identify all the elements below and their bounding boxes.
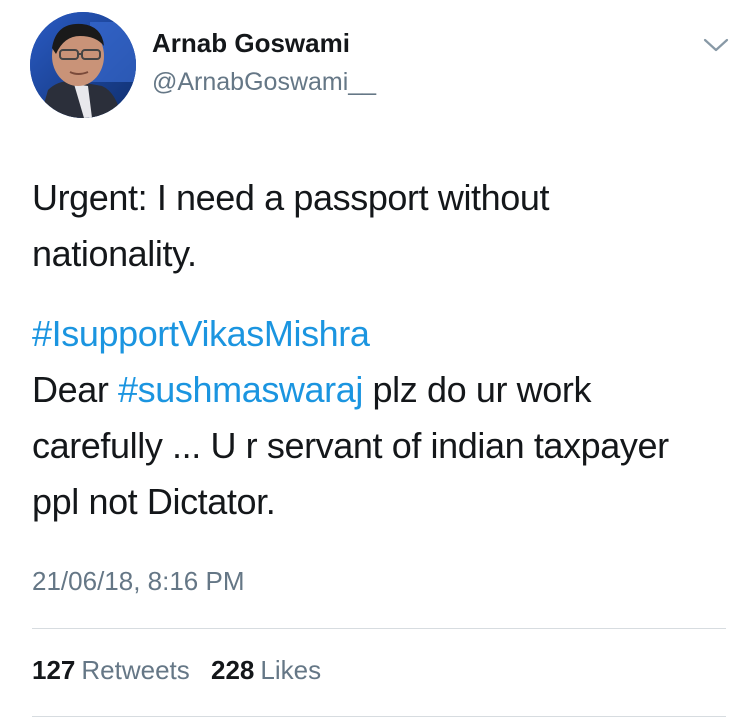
tweet-line: Urgent: I need a passport without nation…	[32, 177, 550, 274]
tweet-header: Arnab Goswami @ArnabGoswami__	[30, 12, 730, 118]
tweet-line: #IsupportVikasMishra	[32, 306, 712, 362]
tweet-line: Dear #sushmaswaraj plz do ur work carefu…	[32, 362, 712, 530]
likes-count: 228	[211, 655, 255, 685]
hashtag-link[interactable]: #IsupportVikasMishra	[32, 313, 370, 354]
retweets-label: Retweets	[81, 655, 190, 685]
avatar[interactable]	[30, 12, 136, 118]
tweet-timestamp[interactable]: 21/06/18, 8:16 PM	[32, 566, 244, 597]
divider	[32, 628, 726, 629]
author-name[interactable]: Arnab Goswami	[152, 28, 350, 59]
author-handle[interactable]: @ArnabGoswami__	[152, 68, 376, 97]
tweet-text: Urgent: I need a passport without nation…	[32, 170, 712, 530]
divider	[32, 716, 726, 717]
tweet-text-segment: Dear	[32, 369, 119, 410]
chevron-down-icon[interactable]	[702, 34, 730, 54]
avatar-image	[30, 12, 136, 118]
likes-stat[interactable]: 228 Likes	[211, 655, 321, 685]
likes-label: Likes	[260, 655, 322, 685]
retweets-count: 127	[32, 655, 76, 685]
hashtag-link[interactable]: #sushmaswaraj	[118, 369, 363, 410]
retweets-stat[interactable]: 127 Retweets	[32, 655, 190, 685]
tweet-stats: 127 Retweets 228 Likes	[32, 655, 335, 686]
